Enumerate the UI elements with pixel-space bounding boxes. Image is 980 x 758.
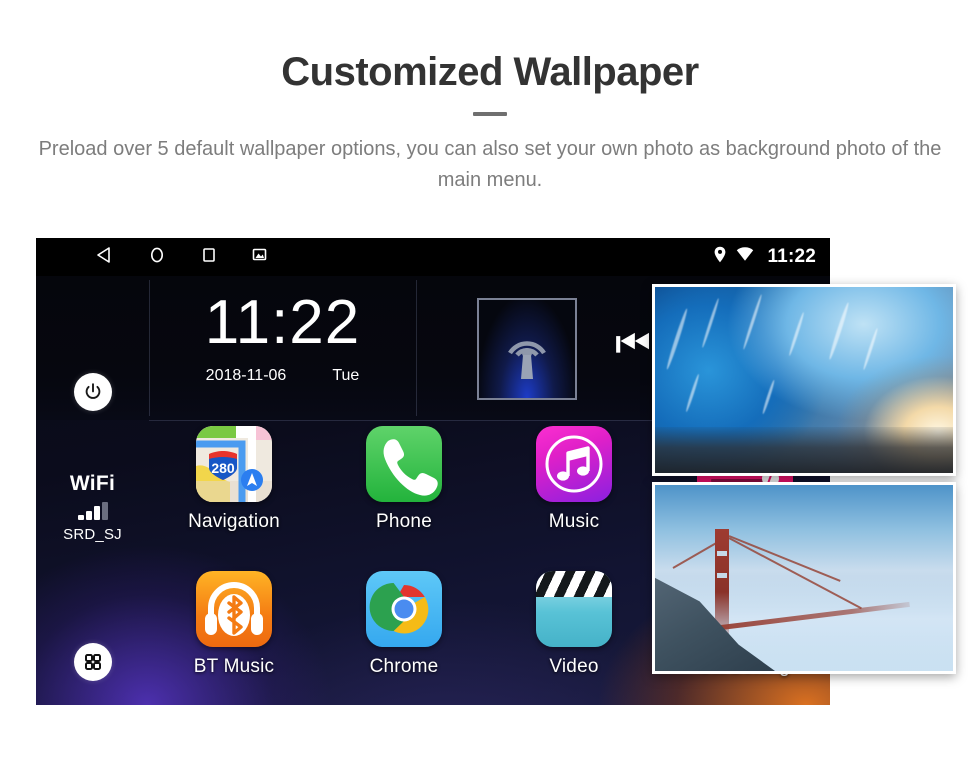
power-icon bbox=[85, 383, 101, 399]
status-bar-nav-group bbox=[36, 238, 267, 276]
app-label: Video bbox=[549, 656, 599, 677]
clapperboard-stripes bbox=[536, 571, 612, 597]
app-bt-music[interactable]: BT Music bbox=[149, 571, 319, 678]
golden-gate-wallpaper[interactable] bbox=[652, 482, 956, 674]
app-label: Chrome bbox=[369, 656, 439, 677]
app-phone[interactable]: Phone bbox=[319, 426, 489, 533]
clock-date: 2018-11-06 bbox=[205, 367, 287, 385]
power-button[interactable] bbox=[74, 373, 112, 411]
svg-text:280: 280 bbox=[211, 460, 235, 476]
phone-icon bbox=[366, 426, 442, 502]
wifi-ssid: SRD_SJ bbox=[63, 526, 122, 543]
app-label: Phone bbox=[376, 511, 432, 532]
home-sidebar: WiFi SRD_SJ bbox=[36, 276, 149, 705]
music-icon bbox=[536, 426, 612, 502]
bluetooth-headphones-icon bbox=[196, 571, 272, 647]
clock-time: 11:22 bbox=[204, 288, 361, 357]
maps-icon: 280 bbox=[196, 426, 272, 502]
app-label: Navigation bbox=[188, 511, 280, 532]
app-navigation[interactable]: 280 Navigation bbox=[149, 426, 319, 533]
apps-grid-icon bbox=[85, 654, 101, 670]
bridge-tower bbox=[715, 529, 729, 634]
android-status-bar: 11:22 bbox=[36, 238, 830, 276]
app-label: Music bbox=[548, 511, 600, 532]
all-apps-button[interactable] bbox=[74, 643, 112, 681]
radio-broadcast-icon bbox=[508, 341, 546, 379]
status-bar-clock: 11:22 bbox=[767, 246, 816, 267]
app-chrome[interactable]: Chrome bbox=[319, 571, 489, 678]
page-title: Customized Wallpaper bbox=[281, 50, 699, 94]
previous-track-button[interactable]: ⏮ bbox=[615, 324, 651, 364]
promo-subtitle: Preload over 5 default wallpaper options… bbox=[38, 138, 942, 191]
app-music[interactable]: Music bbox=[489, 426, 659, 533]
chrome-icon bbox=[366, 571, 442, 647]
ice-cave-floor bbox=[655, 427, 953, 473]
wifi-icon bbox=[736, 247, 754, 267]
promo-header: Customized Wallpaper Preload over 5 defa… bbox=[0, 0, 980, 196]
wifi-status-block[interactable]: WiFi SRD_SJ bbox=[36, 472, 149, 543]
clock-widget[interactable]: 11:22 2018-11-06 Tue bbox=[149, 276, 416, 420]
location-pin-icon bbox=[713, 246, 727, 268]
home-icon[interactable] bbox=[148, 246, 166, 269]
media-album-art bbox=[477, 298, 577, 400]
status-bar-status-group: 11:22 bbox=[713, 238, 816, 276]
clock-weekday: Tue bbox=[332, 367, 360, 385]
app-label: BT Music bbox=[193, 656, 275, 677]
clapperboard-icon bbox=[536, 571, 612, 647]
wifi-label: WiFi bbox=[69, 472, 116, 495]
title-divider bbox=[473, 112, 507, 116]
screenshot-icon[interactable] bbox=[252, 247, 267, 267]
back-icon[interactable] bbox=[96, 246, 114, 269]
app-video[interactable]: Video bbox=[489, 571, 659, 678]
ice-cave-wallpaper[interactable] bbox=[652, 284, 956, 476]
wifi-signal-icon bbox=[77, 502, 109, 520]
recents-icon[interactable] bbox=[200, 246, 218, 269]
